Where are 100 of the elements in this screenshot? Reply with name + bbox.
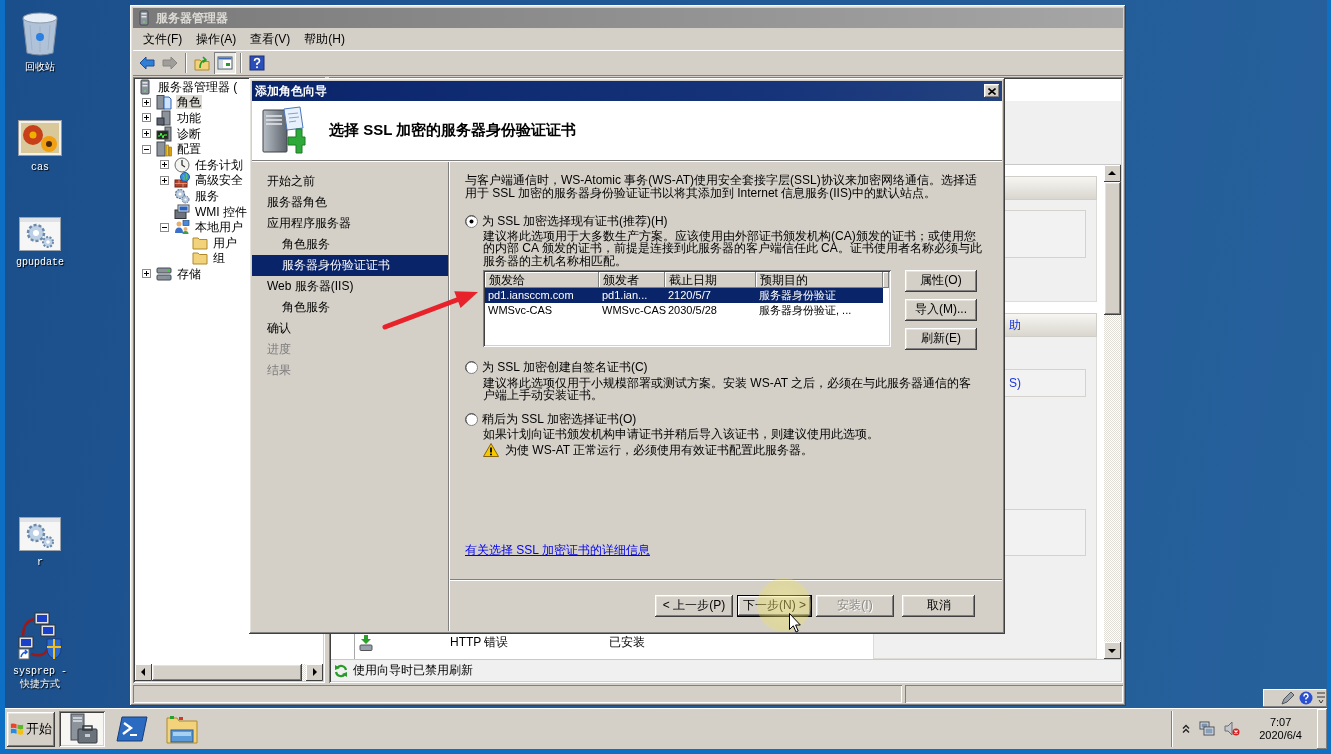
tree-expander[interactable]	[142, 113, 151, 123]
tree-item[interactable]: 高级安全	[194, 173, 244, 188]
column-header[interactable]: 预期目的	[756, 271, 883, 288]
network-icon[interactable]	[1199, 721, 1216, 737]
tree-expander[interactable]	[142, 144, 151, 154]
computer-icon	[174, 203, 190, 220]
clock-icon	[174, 156, 190, 173]
table-cell-text: 服务器身份验证, ...	[758, 303, 853, 317]
wizard-step[interactable]: 开始之前	[252, 171, 448, 192]
window-title: 添加角色向导	[255, 82, 328, 100]
gear-window-icon[interactable]	[19, 217, 61, 251]
tree-item[interactable]: 诊断	[176, 126, 202, 141]
tree-item[interactable]: 本地用户	[194, 220, 244, 235]
window-title: 服务器管理器	[156, 9, 229, 27]
radio-button[interactable]	[465, 413, 478, 426]
wizard-button[interactable]: < 上一步(P)	[655, 594, 733, 617]
brick-wall-globe-icon	[174, 172, 190, 189]
clock-time: 7:07	[1269, 716, 1292, 729]
gears-icon	[174, 187, 190, 204]
desktop-icon-label[interactable]: gpupdate	[16, 256, 64, 269]
flower-thumbnail-icon[interactable]	[18, 120, 62, 156]
radio-button[interactable]	[465, 214, 478, 228]
tree-item[interactable]: 配置	[176, 142, 202, 157]
double-chevron-up-icon[interactable]	[1182, 724, 1191, 734]
menu-item[interactable]: 查看(V)	[243, 28, 298, 50]
certificate-action-button[interactable]: 刷新(E)	[905, 327, 977, 350]
radio-button[interactable]	[465, 361, 478, 375]
table-cell-text: pd1.ian...	[601, 288, 649, 302]
radio-label[interactable]: 为 SSL 加密创建自签名证书(C)	[482, 359, 648, 377]
table-cell-text: 2030/5/28	[667, 303, 718, 317]
computers-shield-icon[interactable]	[17, 612, 63, 660]
wizard-step[interactable]: 应用程序服务器	[252, 213, 448, 234]
server-box-icon	[156, 110, 172, 126]
tree-item[interactable]: 角色	[176, 95, 202, 110]
tree-expander[interactable]	[160, 160, 169, 170]
task-link[interactable]: S)	[1009, 376, 1021, 390]
table-row[interactable]: WMSvc-CAS WMSvc-CAS 2030/5/28 服务器身份验证, ...	[485, 302, 883, 318]
tree-item[interactable]: WMI 控件	[194, 204, 248, 219]
scroll-down-button[interactable]	[1104, 642, 1121, 659]
tree-item[interactable]: 组	[212, 251, 226, 266]
close-button[interactable]	[984, 84, 1000, 98]
desktop-icon-label[interactable]: r	[37, 556, 43, 569]
menu-item[interactable]: 操作(A)	[189, 28, 244, 50]
tree-expander[interactable]	[142, 129, 151, 139]
wizard-heading: 选择 SSL 加密的服务器身份验证证书	[329, 121, 577, 140]
show-desktop-button[interactable]	[1317, 709, 1327, 749]
window-pane-icon	[217, 55, 233, 71]
help-icon	[1299, 691, 1313, 705]
tree-expander[interactable]	[142, 97, 151, 107]
folder-arrow-icon	[194, 55, 210, 71]
tree-expander[interactable]	[160, 175, 169, 185]
desktop-icon-label[interactable]: sysprep - 快捷方式	[8, 665, 72, 691]
certificate-action-button[interactable]: 导入(M)...	[905, 298, 977, 321]
taskbar-app-button[interactable]	[59, 711, 105, 747]
wizard-step[interactable]: Web 服务器(IIS)	[252, 276, 448, 297]
table-cell-text: 已安装	[609, 634, 646, 651]
menu-item[interactable]: 文件(F)	[136, 28, 190, 50]
server-icon	[137, 79, 153, 95]
scroll-left-button[interactable]	[135, 664, 152, 681]
toolbar-button[interactable]	[214, 52, 236, 74]
radio-label[interactable]: 为 SSL 加密选择现有证书(推荐)(H)	[482, 212, 668, 230]
wizard-button[interactable]: 取消	[902, 594, 975, 617]
toolbar-button[interactable]	[246, 52, 268, 74]
desktop-icon-label[interactable]: cas	[31, 161, 49, 174]
warning-icon	[483, 443, 499, 458]
tree-item[interactable]: 服务	[194, 188, 220, 203]
status-text: 使用向导时已禁用刷新	[353, 662, 473, 679]
tree-item[interactable]: 存储	[176, 266, 202, 281]
radio-label[interactable]: 稍后为 SSL 加密选择证书(O)	[482, 411, 637, 428]
users-icon	[174, 219, 190, 236]
certificate-action-button[interactable]: 属性(O)	[905, 269, 977, 292]
wizard-step[interactable]: 确认	[252, 318, 448, 339]
wizard-step[interactable]: 角色服务	[252, 297, 448, 318]
table-cell-text: WMSvc-CAS	[601, 303, 665, 317]
option-description: 建议将此选项用于大多数生产方案。应该使用由外部证书颁发机构(CA)颁发的证书；或使用您的内部 CA 颁发的证书，前提是连接到此服务器的客户端信任此 CA。证书使用者名称必须与此服务器的主机名称相匹配。	[483, 230, 982, 267]
column-header[interactable]: 颁发者	[599, 271, 665, 288]
tree-item[interactable]: 用户	[212, 235, 238, 250]
wizard-step[interactable]: 服务器角色	[252, 192, 448, 213]
option-description: 建议将此选项仅用于小规模部署或测试方案。安装 WS-AT 之后，必须在与此服务器通信的客户端上手动安装证书。	[483, 376, 973, 402]
scrollbar-thumb[interactable]	[1104, 182, 1121, 315]
desktop-icon-label[interactable]: 回收站	[25, 61, 55, 74]
server-tools-icon	[156, 141, 172, 158]
start-button[interactable]: 开始	[7, 711, 55, 747]
wizard-button[interactable]: 下一步(N) >	[737, 594, 812, 617]
recycle-bin-icon[interactable]	[20, 12, 60, 56]
column-header[interactable]: 颁发给	[485, 271, 599, 288]
speaker-muted-icon[interactable]	[1224, 721, 1241, 737]
help-link[interactable]: 有关选择 SSL 加密证书的详细信息	[465, 542, 650, 559]
menu-item[interactable]: 帮助(H)	[297, 28, 352, 50]
gear-window-icon[interactable]	[19, 517, 61, 551]
wizard-step[interactable]: 服务器身份验证证书	[252, 255, 448, 276]
tree-item[interactable]: 功能	[176, 111, 202, 125]
scroll-right-button[interactable]	[306, 664, 323, 681]
wizard-step[interactable]: 角色服务	[252, 234, 448, 255]
tree-item[interactable]: 服务器管理器 (	[157, 79, 239, 94]
scroll-up-button[interactable]	[1104, 165, 1121, 182]
column-header[interactable]: 截止日期	[665, 271, 756, 288]
tree-item[interactable]: 任务计划	[194, 157, 244, 172]
tree-expander[interactable]	[142, 269, 151, 279]
tree-expander[interactable]	[160, 222, 169, 232]
